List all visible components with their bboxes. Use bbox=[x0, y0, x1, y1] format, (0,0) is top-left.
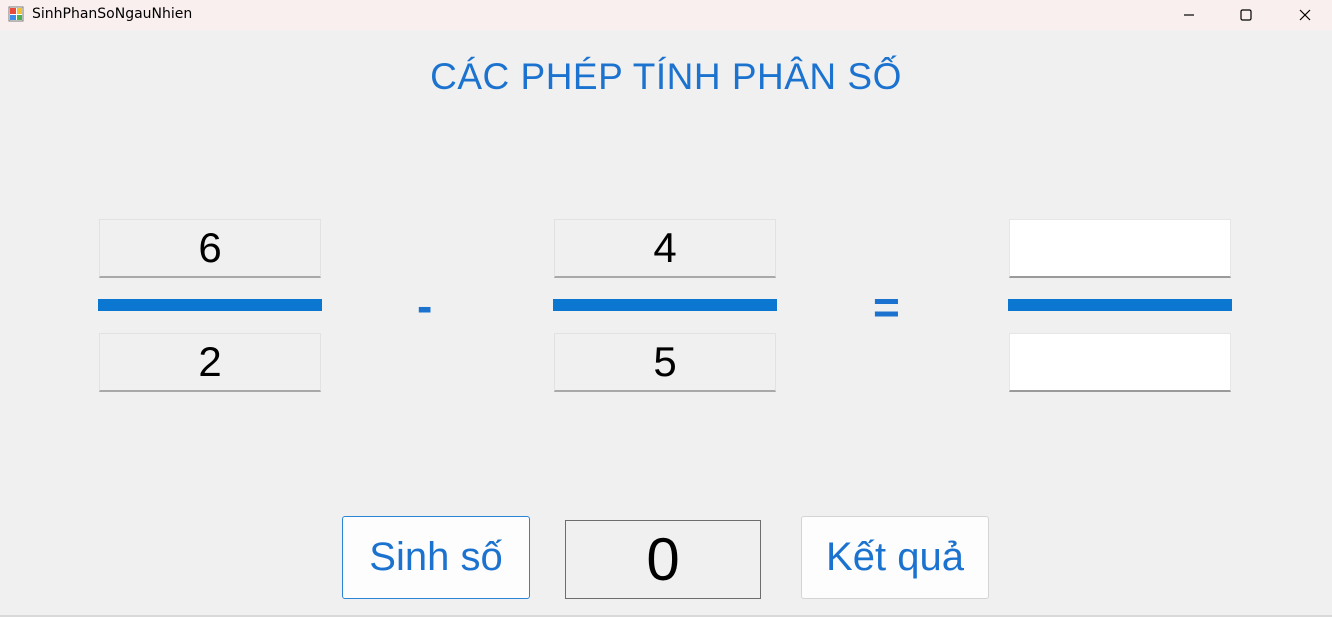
generate-button[interactable]: Sinh số bbox=[342, 516, 530, 599]
fraction-b-bar bbox=[553, 299, 777, 311]
fraction-a-bar bbox=[98, 299, 322, 311]
result-bar bbox=[1008, 299, 1232, 311]
app-icon bbox=[8, 6, 24, 22]
result-denominator[interactable] bbox=[1009, 333, 1231, 392]
result-button[interactable]: Kết quả bbox=[801, 516, 989, 599]
page-title: CÁC PHÉP TÍNH PHÂN SỐ bbox=[430, 56, 902, 97]
close-icon bbox=[1299, 9, 1311, 21]
app-window: SinhPhanSoNgauNhien CÁC PHÉP TÍNH PHÂN S… bbox=[0, 0, 1332, 617]
counter-display: 0 bbox=[565, 520, 761, 599]
fraction-b-numerator[interactable]: 4 bbox=[554, 219, 776, 278]
minimize-icon bbox=[1184, 14, 1194, 16]
fraction-b-denominator[interactable]: 5 bbox=[554, 333, 776, 392]
title-bar[interactable]: SinhPhanSoNgauNhien bbox=[0, 0, 1332, 30]
result-numerator[interactable] bbox=[1009, 219, 1231, 278]
maximize-icon bbox=[1240, 9, 1252, 21]
minimize-button[interactable] bbox=[1166, 0, 1212, 30]
maximize-button[interactable] bbox=[1223, 0, 1269, 30]
close-button[interactable] bbox=[1282, 0, 1328, 30]
equals-label: = bbox=[873, 281, 900, 333]
window-title: SinhPhanSoNgauNhien bbox=[32, 6, 193, 22]
fraction-a-denominator[interactable]: 2 bbox=[99, 333, 321, 392]
operator-label: - bbox=[417, 280, 433, 332]
fraction-a-numerator[interactable]: 6 bbox=[99, 219, 321, 278]
